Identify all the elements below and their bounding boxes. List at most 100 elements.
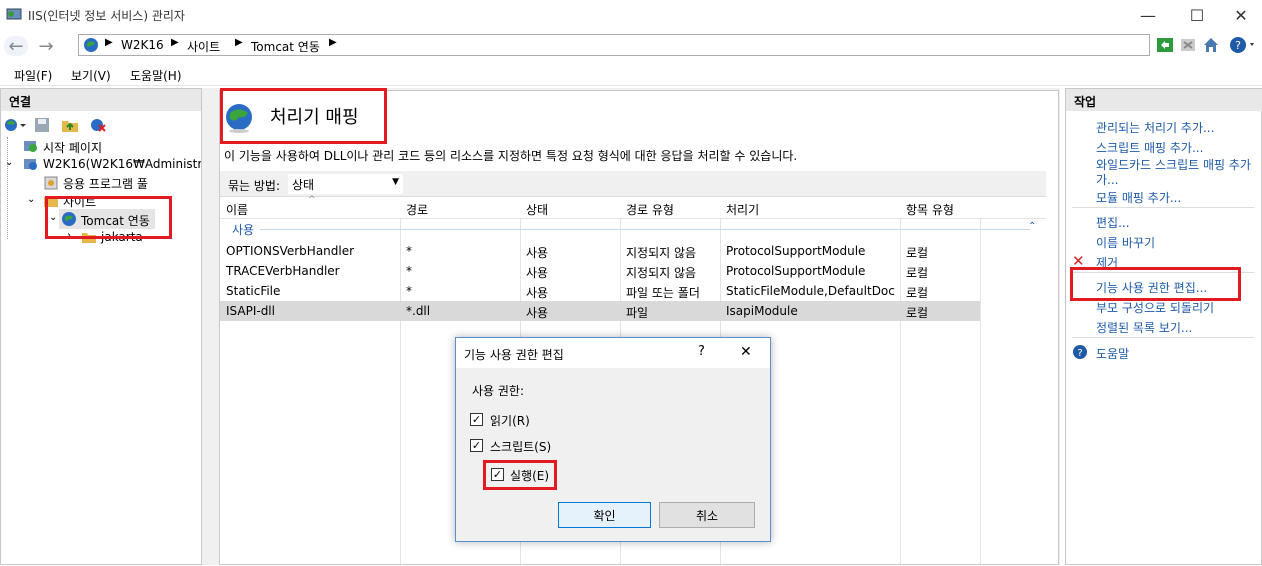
menu-view[interactable]: 보기(V)	[71, 67, 111, 84]
cell-state: 사용	[526, 306, 549, 320]
cell-name: OPTIONSVerbHandler	[226, 244, 355, 258]
cell-path-type: 파일	[626, 306, 649, 320]
cell-path: *	[406, 264, 412, 278]
forward-arrow-icon[interactable]: →	[34, 36, 58, 57]
cell-name: ISAPI-dll	[226, 304, 275, 318]
up-folder-icon[interactable]	[61, 116, 79, 137]
script-label[interactable]: 스크립트(S)	[490, 438, 551, 455]
groupby-label: 묶는 방법:	[228, 179, 281, 193]
action-add-module-map[interactable]: 모듈 매핑 추가...	[1096, 189, 1181, 206]
disconnect-icon[interactable]	[89, 116, 107, 137]
groupby-select[interactable]: 상태 ▼	[288, 174, 403, 194]
dialog-close-button[interactable]: ✕	[740, 344, 752, 360]
address-bar[interactable]: ▶ W2K16 ▶ 사이트 ▶ Tomcat 연동 ▶	[78, 34, 1150, 56]
maximize-button[interactable]: ☐	[1174, 0, 1220, 30]
svg-text:?: ?	[1077, 348, 1082, 359]
action-add-script-map[interactable]: 스크립트 매핑 추가...	[1096, 139, 1203, 156]
breadcrumb-separator-icon: ▶	[329, 37, 337, 48]
action-help[interactable]: 도움말	[1096, 345, 1129, 362]
table-row-selected[interactable]: ISAPI-dll *.dll 사용 파일 IsapiModule 로컬	[220, 301, 980, 321]
tree-item-start-page[interactable]: 시작 페이지	[43, 139, 102, 156]
breadcrumb-tomcat[interactable]: Tomcat 연동	[251, 38, 320, 55]
cell-name: TRACEVerbHandler	[226, 264, 340, 278]
dropdown-arrow-icon: ▼	[392, 177, 399, 187]
actions-pane: 작업 관리되는 처리기 추가... 스크립트 매핑 추가... 와일드카드 스크…	[1065, 88, 1262, 565]
col-header-name[interactable]: 이름	[226, 201, 248, 218]
action-add-wildcard-script-map[interactable]: 와일드카드 스크립트 매핑 추가	[1096, 156, 1251, 173]
breadcrumb-separator-icon: ▶	[235, 37, 243, 48]
connections-pane: 연결 시작 페이지 ⌄ W2K16(W2K16₩Administrator) 응…	[0, 88, 202, 565]
globe-icon	[83, 37, 99, 56]
cell-entry-type: 로컬	[906, 306, 929, 320]
breadcrumb-separator-icon: ▶	[171, 37, 179, 48]
tree-item-app-pools[interactable]: 응용 프로그램 풀	[63, 175, 148, 192]
ok-button[interactable]: 확인	[558, 502, 651, 528]
grid-divider	[980, 197, 981, 566]
help-dropdown-icon[interactable]: ?	[1228, 35, 1254, 55]
stop-icon[interactable]	[1178, 35, 1198, 55]
table-row[interactable]: TRACEVerbHandler * 사용 지정되지 않음 ProtocolSu…	[220, 261, 980, 281]
minimize-button[interactable]: —	[1125, 0, 1171, 30]
refresh-icon[interactable]	[1155, 35, 1175, 55]
tree-item-server[interactable]: W2K16(W2K16₩Administrator)	[43, 157, 201, 171]
table-row[interactable]: OPTIONSVerbHandler * 사용 지정되지 않음 Protocol…	[220, 241, 980, 261]
title-bar: IIS(인터넷 정보 서비스) 관리자 — ☐ ✕	[0, 0, 1262, 30]
action-add-wildcard-script-map-cont[interactable]: 가...	[1096, 171, 1118, 188]
script-checkbox[interactable]: ✓	[470, 439, 483, 452]
groupby-value: 상태	[292, 178, 315, 192]
cell-path: *	[406, 244, 412, 258]
tree-expand-icon[interactable]: ⌄	[5, 157, 13, 168]
iis-app-icon	[6, 7, 22, 21]
group-divider	[260, 229, 1030, 230]
read-label[interactable]: 읽기(R)	[490, 412, 530, 429]
actions-divider	[1072, 337, 1254, 338]
read-checkbox[interactable]: ✓	[470, 413, 483, 426]
breadcrumb-w2k16[interactable]: W2K16	[121, 38, 164, 52]
group-label: 사용	[232, 223, 255, 237]
col-header-handler[interactable]: 처리기	[726, 201, 759, 218]
start-page-icon	[23, 138, 39, 157]
menu-help[interactable]: 도움말(H)	[130, 67, 182, 84]
server-icon	[23, 156, 39, 175]
dialog-title-bar: 기능 사용 권한 편집 ? ✕	[456, 338, 770, 368]
cell-path: *.dll	[406, 304, 431, 318]
breadcrumb-sites[interactable]: 사이트	[187, 38, 220, 55]
actions-header: 작업	[1066, 89, 1262, 111]
sort-arrow-icon: ^	[308, 195, 316, 205]
highlight-box-execute	[483, 460, 557, 490]
table-header: 이름 ^ 경로 상태 경로 유형 처리기 항목 유형	[220, 195, 1046, 219]
home-icon[interactable]	[1201, 35, 1221, 55]
cell-handler: ProtocolSupportModule	[726, 264, 866, 278]
feature-description: 이 기능을 사용하여 DLL이나 관리 코드 등의 리소스를 지정하면 특정 요…	[224, 149, 798, 163]
cell-path: *	[406, 284, 412, 298]
dialog-help-button[interactable]: ?	[698, 344, 705, 359]
action-view-ordered-list[interactable]: 정렬된 목록 보기...	[1096, 319, 1192, 336]
col-header-path-type[interactable]: 경로 유형	[626, 201, 674, 218]
back-arrow-icon[interactable]: ←	[4, 36, 28, 57]
help-icon: ?	[1072, 344, 1088, 363]
cell-name: StaticFile	[226, 284, 281, 298]
action-revert-to-parent[interactable]: 부모 구성으로 되돌리기	[1096, 299, 1214, 316]
cell-path-type: 지정되지 않음	[626, 246, 697, 260]
cell-entry-type: 로컬	[906, 286, 929, 300]
cancel-button[interactable]: 취소	[659, 502, 755, 528]
cell-path-type: 지정되지 않음	[626, 266, 697, 280]
action-rename[interactable]: 이름 바꾸기	[1096, 234, 1155, 251]
tree-expand-icon[interactable]: ⌄	[27, 194, 35, 205]
table-row[interactable]: StaticFile * 사용 파일 또는 폴더 StaticFileModul…	[220, 281, 980, 301]
connect-icon[interactable]	[3, 116, 29, 137]
groupby-bar: 묶는 방법: 상태 ▼	[220, 171, 1046, 197]
col-header-entry-type[interactable]: 항목 유형	[906, 201, 954, 218]
group-collapse-icon[interactable]: ⌃	[1028, 221, 1036, 232]
col-header-state[interactable]: 상태	[526, 201, 548, 218]
menu-file[interactable]: 파일(F)	[14, 67, 52, 84]
col-header-path[interactable]: 경로	[406, 201, 428, 218]
connections-header: 연결	[1, 89, 201, 111]
edit-feature-permissions-dialog: 기능 사용 권한 편집 ? ✕ 사용 권한: ✓ 읽기(R) ✓ 스크립트(S)…	[455, 337, 771, 542]
cell-handler: ProtocolSupportModule	[726, 244, 866, 258]
close-button[interactable]: ✕	[1218, 0, 1262, 30]
save-icon[interactable]	[33, 116, 51, 137]
action-add-managed-handler[interactable]: 관리되는 처리기 추가...	[1096, 119, 1214, 136]
action-edit[interactable]: 편집...	[1096, 214, 1130, 231]
cell-state: 사용	[526, 286, 549, 300]
